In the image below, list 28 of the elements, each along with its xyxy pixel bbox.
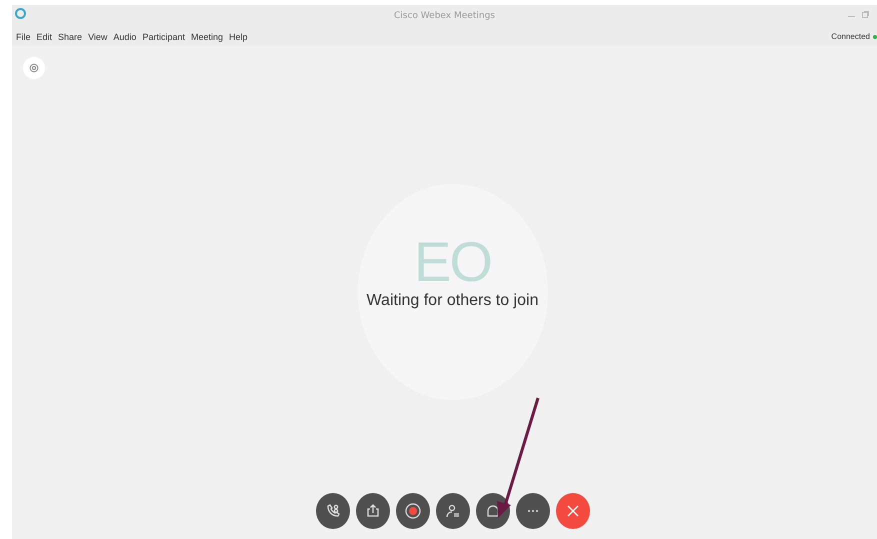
end-meeting-button[interactable] bbox=[556, 493, 590, 529]
menu-item[interactable]: File bbox=[16, 32, 31, 42]
person-icon bbox=[446, 504, 460, 518]
menu-item[interactable]: View bbox=[88, 32, 108, 42]
phone-icon bbox=[326, 504, 340, 518]
menu-item[interactable]: Help bbox=[229, 32, 248, 42]
more-icon bbox=[526, 509, 538, 513]
menu-item[interactable]: Participant bbox=[142, 32, 185, 42]
share-icon bbox=[366, 504, 380, 518]
settings-icon bbox=[29, 63, 39, 73]
waiting-message: Waiting for others to join bbox=[366, 292, 538, 310]
share-button[interactable] bbox=[356, 493, 390, 529]
status-dot-icon bbox=[873, 34, 877, 38]
app-logo-icon bbox=[15, 8, 26, 19]
close-icon bbox=[566, 505, 578, 517]
menu-item[interactable]: Share bbox=[58, 32, 82, 42]
menu-item[interactable]: Meeting bbox=[190, 32, 224, 42]
call-button[interactable] bbox=[316, 493, 350, 529]
menu-item[interactable]: Edit bbox=[36, 32, 52, 42]
menu-item[interactable]: Audio bbox=[113, 32, 136, 42]
record-icon bbox=[404, 503, 420, 519]
participants-button[interactable] bbox=[436, 493, 470, 529]
record-button[interactable] bbox=[396, 493, 430, 529]
more-button[interactable] bbox=[516, 493, 550, 529]
settings-button[interactable] bbox=[23, 57, 45, 79]
connection-status: Connected bbox=[831, 32, 870, 41]
window-title: Cisco Webex Meetings bbox=[394, 11, 495, 21]
chat-icon bbox=[486, 504, 500, 518]
